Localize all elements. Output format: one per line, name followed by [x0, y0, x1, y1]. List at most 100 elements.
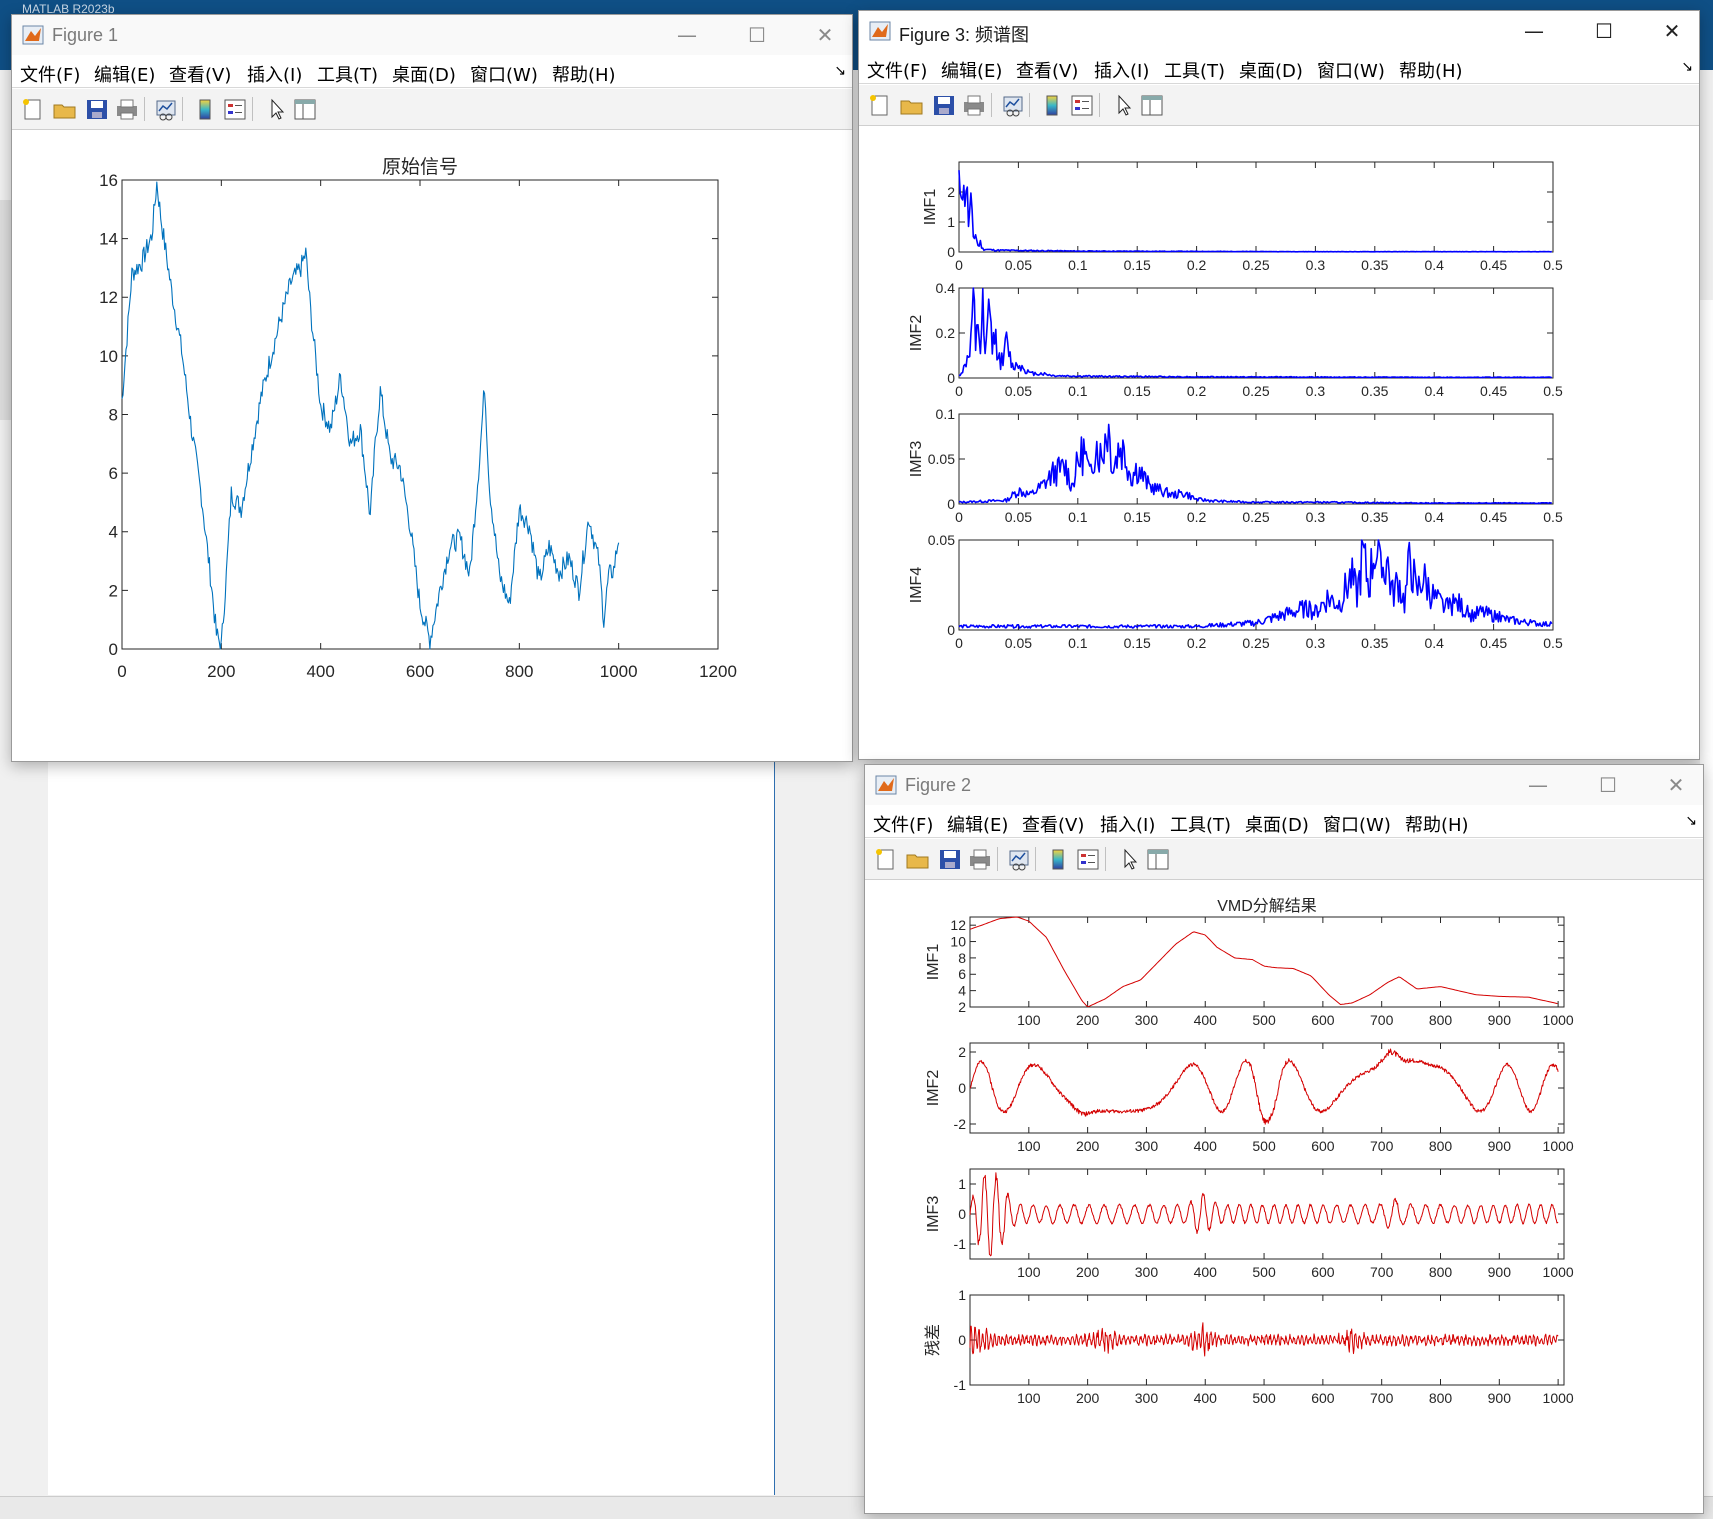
save-icon[interactable] — [84, 97, 110, 121]
x-tick-label: 0.25 — [1242, 257, 1269, 273]
menu-item-6[interactable]: 窗口(W) — [1323, 811, 1391, 837]
spectrum-axes-IMF2 — [958, 287, 1554, 379]
figure1-window[interactable]: Figure 1 — ☐ ✕ 文件(F) 编辑(E) 查看(V) 插入(I) 工具(T)… — [11, 14, 853, 762]
menu-item-7[interactable]: 帮助(H) — [1405, 811, 1469, 837]
new-figure-icon[interactable] — [873, 847, 899, 871]
menu-item-2[interactable]: 查看(V) — [1022, 811, 1084, 837]
x-tick-label: 200 — [1076, 1264, 1100, 1280]
y-tick-label: 2 — [958, 1044, 966, 1060]
property-editor-icon[interactable] — [1139, 93, 1165, 117]
menu-item-1[interactable]: 编辑(E) — [947, 811, 1008, 837]
colorbar-icon[interactable] — [1045, 847, 1071, 871]
figure2-titlebar[interactable]: Figure 2 — ☐ ✕ — [865, 765, 1703, 805]
y-tick-label: 0 — [947, 622, 955, 638]
menu-item-1[interactable]: 编辑(E) — [941, 57, 1002, 83]
legend-icon[interactable] — [222, 97, 248, 121]
print-icon[interactable] — [114, 97, 140, 121]
pointer-icon[interactable] — [1111, 93, 1137, 117]
menu-item-4[interactable]: 工具(T) — [1164, 57, 1225, 83]
figure3-titlebar[interactable]: Figure 3: 频谱图 — ☐ ✕ — [859, 11, 1699, 51]
x-tick-label: 0.05 — [1005, 509, 1032, 525]
menu-item-6[interactable]: 窗口(W) — [1317, 57, 1385, 83]
x-tick-label: 500 — [1252, 1012, 1276, 1028]
close-button[interactable]: ✕ — [1661, 771, 1691, 799]
print-icon[interactable] — [961, 93, 987, 117]
new-figure-icon[interactable] — [20, 97, 46, 121]
y-tick-label: 2 — [947, 184, 955, 200]
menu-item-2[interactable]: 查看(V) — [1016, 57, 1078, 83]
x-tick-label: 0.2 — [1187, 257, 1207, 273]
maximize-button[interactable]: ☐ — [1589, 17, 1619, 45]
pointer-icon[interactable] — [1117, 847, 1143, 871]
new-figure-icon[interactable] — [867, 93, 893, 117]
close-button[interactable]: ✕ — [810, 21, 840, 49]
menu-dock-arrow-icon[interactable]: ↘ — [1685, 813, 1697, 829]
save-icon[interactable] — [937, 847, 963, 871]
link-plot-icon[interactable] — [1007, 847, 1033, 871]
x-tick-label: 100 — [1017, 1012, 1041, 1028]
menu-item-5[interactable]: 桌面(D) — [392, 61, 456, 87]
menu-item-0[interactable]: 文件(F) — [873, 811, 933, 837]
save-icon[interactable] — [931, 93, 957, 117]
spectrum-axes-IMF4 — [958, 539, 1554, 631]
x-tick-label: 0.3 — [1306, 383, 1326, 399]
menu-item-3[interactable]: 插入(I) — [1094, 57, 1149, 83]
x-tick-label: 900 — [1488, 1138, 1512, 1154]
toolbar-separator — [1099, 93, 1100, 117]
x-tick-label: 0.2 — [1187, 509, 1207, 525]
menu-item-0[interactable]: 文件(F) — [20, 61, 80, 87]
x-tick-label: 0.2 — [1187, 383, 1207, 399]
y-axis-label: IMF1 — [925, 944, 942, 981]
menu-item-0[interactable]: 文件(F) — [867, 57, 927, 83]
original-signal-title: 原始信号 — [382, 156, 458, 178]
property-editor-icon[interactable] — [1145, 847, 1171, 871]
menu-item-2[interactable]: 查看(V) — [169, 61, 231, 87]
close-button[interactable]: ✕ — [1657, 17, 1687, 45]
legend-icon[interactable] — [1069, 93, 1095, 117]
x-tick-label: 0.45 — [1480, 383, 1507, 399]
legend-icon[interactable] — [1075, 847, 1101, 871]
y-tick-label: 0 — [947, 370, 955, 386]
figure1-titlebar[interactable]: Figure 1 — ☐ ✕ — [12, 15, 852, 55]
print-icon[interactable] — [967, 847, 993, 871]
menu-item-7[interactable]: 帮助(H) — [552, 61, 616, 87]
menu-item-3[interactable]: 插入(I) — [1100, 811, 1155, 837]
maximize-button[interactable]: ☐ — [1593, 771, 1623, 799]
menu-item-4[interactable]: 工具(T) — [317, 61, 378, 87]
open-file-icon[interactable] — [899, 93, 925, 117]
link-plot-icon[interactable] — [1001, 93, 1027, 117]
open-file-icon[interactable] — [52, 97, 78, 121]
x-tick-label: 0.05 — [1005, 257, 1032, 273]
menu-item-4[interactable]: 工具(T) — [1170, 811, 1231, 837]
menu-item-5[interactable]: 桌面(D) — [1245, 811, 1309, 837]
y-tick-label: 0 — [947, 496, 955, 512]
x-tick-label: 1000 — [1543, 1264, 1574, 1280]
menu-item-7[interactable]: 帮助(H) — [1399, 57, 1463, 83]
toolbar-separator — [144, 97, 145, 121]
link-plot-icon[interactable] — [154, 97, 180, 121]
menu-item-6[interactable]: 窗口(W) — [470, 61, 538, 87]
minimize-button[interactable]: — — [672, 21, 702, 49]
figure3-window[interactable]: Figure 3: 频谱图 — ☐ ✕ 文件(F) 编辑(E) 查看(V) 插入(I)… — [858, 10, 1700, 760]
maximize-button[interactable]: ☐ — [742, 21, 772, 49]
minimize-button[interactable]: — — [1519, 17, 1549, 45]
menu-item-1[interactable]: 编辑(E) — [94, 61, 155, 87]
colorbar-icon[interactable] — [1039, 93, 1065, 117]
x-tick-label: 0.45 — [1480, 509, 1507, 525]
figure2-plot-area: VMD分解结果 100 200 300 400 500 600 700 800 900 1000 2 4… — [865, 880, 1703, 1513]
menu-item-5[interactable]: 桌面(D) — [1239, 57, 1303, 83]
open-file-icon[interactable] — [905, 847, 931, 871]
toolbar-separator — [991, 93, 992, 117]
property-editor-icon[interactable] — [292, 97, 318, 121]
menu-dock-arrow-icon[interactable]: ↘ — [834, 63, 846, 79]
colorbar-icon[interactable] — [192, 97, 218, 121]
pointer-icon[interactable] — [264, 97, 290, 121]
y-tick-label: 6 — [109, 464, 118, 483]
menu-dock-arrow-icon[interactable]: ↘ — [1681, 59, 1693, 75]
figure2-window[interactable]: Figure 2 — ☐ ✕ 文件(F) 编辑(E) 查看(V) 插入(I) 工具(T)… — [864, 764, 1704, 1514]
x-tick-label: 700 — [1370, 1012, 1394, 1028]
x-tick-label: 900 — [1488, 1264, 1512, 1280]
x-tick-label: 0 — [955, 635, 963, 651]
menu-item-3[interactable]: 插入(I) — [247, 61, 302, 87]
minimize-button[interactable]: — — [1523, 771, 1553, 799]
